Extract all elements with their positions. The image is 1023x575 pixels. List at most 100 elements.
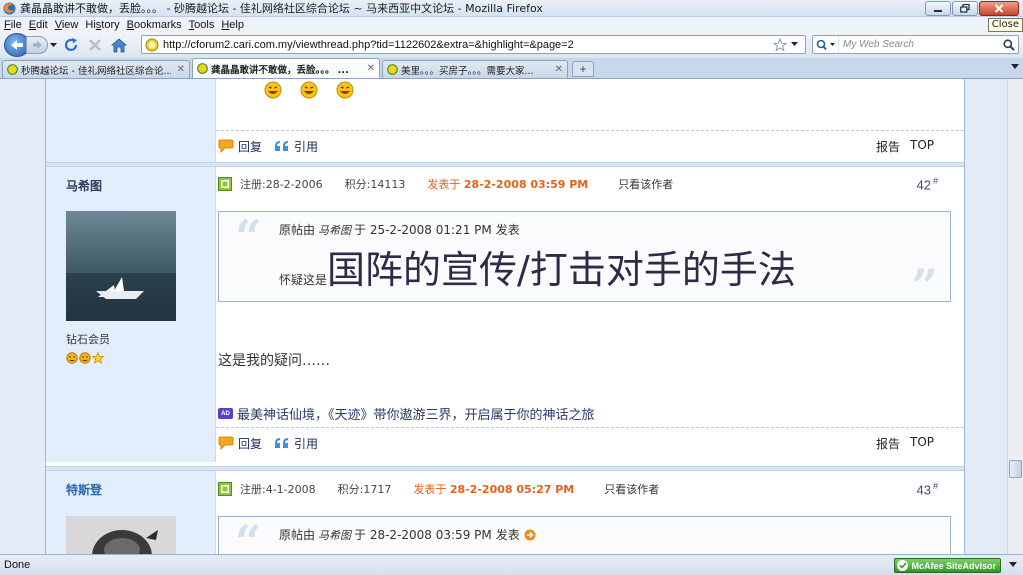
tab-list-button[interactable] bbox=[1011, 62, 1019, 72]
forward-arrow-icon bbox=[32, 41, 42, 49]
post42-registered: 注册:28-2-2006 bbox=[240, 178, 323, 191]
firefox-icon bbox=[3, 2, 16, 14]
status-text: Done bbox=[4, 559, 31, 571]
close-icon bbox=[994, 4, 1004, 13]
post42-author-cell: 马希图 钻石会员 bbox=[46, 167, 216, 462]
menu-bookmarks[interactable]: Bookmarks bbox=[127, 19, 182, 31]
window-title: 龚晶晶敢讲不敢做，丢脸。。。 - 砂腾越论坛 - 佳礼网络社区综合论坛 ~ 马来… bbox=[20, 2, 543, 15]
tab-favicon-icon bbox=[7, 64, 18, 75]
tab-current-thread[interactable]: 龚晶晶敢讲不敢做，丢脸。。。 ... ✕ bbox=[192, 58, 380, 78]
search-go-button[interactable] bbox=[1000, 36, 1018, 53]
tab-favicon-icon bbox=[387, 64, 398, 75]
chevron-down-icon bbox=[1009, 562, 1017, 567]
quote-link[interactable]: 引用 bbox=[294, 138, 318, 155]
go-to-post-icon[interactable] bbox=[524, 529, 536, 541]
quote-author[interactable]: 马希图 bbox=[318, 222, 351, 238]
floor-number: 43 bbox=[916, 482, 931, 498]
post43-header: 注册:4-1-2008 积分:1717 发表于 28-2-2008 05:27 … bbox=[216, 478, 964, 500]
menu-edit[interactable]: Edit bbox=[29, 19, 48, 31]
quote-author[interactable]: 马希图 bbox=[318, 527, 351, 543]
minimize-button[interactable] bbox=[925, 1, 951, 16]
post43-only-author-link[interactable]: 只看该作者 bbox=[604, 481, 659, 497]
post42-author-name[interactable]: 马希图 bbox=[66, 177, 102, 194]
post43-avatar[interactable] bbox=[66, 516, 176, 554]
menu-help[interactable]: Help bbox=[221, 19, 244, 31]
tab-close-icon[interactable]: ✕ bbox=[555, 64, 563, 75]
page-favicon-icon bbox=[145, 38, 159, 51]
status-bar: Done McAfee SiteAdvisor bbox=[0, 554, 1023, 575]
search-engine-button[interactable] bbox=[813, 36, 839, 53]
post43-author-name[interactable]: 特斯登 bbox=[66, 481, 102, 498]
prev-post-actions: 回复 引用 报告 TOP bbox=[216, 134, 964, 158]
navigation-toolbar: http://cforum2.cari.com.my/viewthread.ph… bbox=[0, 32, 1023, 58]
post42-points: 积分:14113 bbox=[344, 178, 406, 191]
plus-icon: + bbox=[579, 62, 587, 76]
top-link[interactable]: TOP bbox=[910, 138, 934, 155]
siteadvisor-button[interactable]: McAfee SiteAdvisor bbox=[894, 558, 1001, 573]
stop-button[interactable] bbox=[85, 35, 105, 55]
quote-suffix: 发表 bbox=[495, 223, 520, 237]
restore-button[interactable] bbox=[952, 1, 978, 16]
history-dropdown[interactable] bbox=[49, 36, 57, 54]
post43-points: 积分:1717 bbox=[337, 483, 392, 496]
url-text[interactable]: http://cforum2.cari.com.my/viewthread.ph… bbox=[163, 39, 773, 51]
home-button[interactable] bbox=[109, 35, 129, 55]
user-info-icon[interactable] bbox=[218, 482, 232, 496]
siteadvisor-label: McAfee SiteAdvisor bbox=[911, 560, 996, 571]
vertical-scrollbar[interactable] bbox=[1007, 79, 1023, 554]
posted-time: 28-2-2008 03:59 PM bbox=[463, 178, 589, 191]
menu-view[interactable]: View bbox=[55, 19, 79, 31]
url-bar[interactable]: http://cforum2.cari.com.my/viewthread.ph… bbox=[141, 35, 806, 54]
post42-only-author-link[interactable]: 只看该作者 bbox=[618, 176, 673, 192]
search-input[interactable] bbox=[839, 37, 1000, 52]
menu-history[interactable]: History bbox=[85, 19, 119, 31]
post42-rank: 钻石会员 bbox=[66, 333, 110, 346]
back-arrow-icon bbox=[11, 40, 23, 50]
url-dropdown[interactable] bbox=[791, 38, 801, 52]
laugh-emoji-icon bbox=[264, 81, 282, 99]
chevron-down-icon bbox=[49, 42, 57, 47]
quote-lead: 原帖由 bbox=[279, 223, 316, 237]
siteadvisor-dropdown[interactable] bbox=[1009, 559, 1017, 569]
quote-link[interactable]: 引用 bbox=[294, 435, 318, 452]
tab-miri-house[interactable]: 美里。。。买房子。。。需要大家... ✕ bbox=[382, 60, 568, 78]
forum-thread: 回复 引用 报告 TOP 马希图 钻石会员 注册:28-2-2006 积分:14… bbox=[45, 79, 965, 554]
reply-link[interactable]: 回复 bbox=[238, 138, 262, 155]
title-bar: 龚晶晶敢讲不敢做，丢脸。。。 - 砂腾越论坛 - 佳礼网络社区综合论坛 ~ 马来… bbox=[0, 0, 1023, 32]
tab-forum-list[interactable]: 秒腾越论坛 - 佳礼网络社区综合论... ✕ bbox=[2, 60, 190, 78]
report-link[interactable]: 报告 bbox=[876, 435, 900, 452]
rank-moon-icon bbox=[66, 352, 78, 364]
post43-quote-header: 原帖由 马希图 于 28-2-2008 03:59 PM 发表 bbox=[279, 526, 536, 543]
post42-avatar[interactable] bbox=[66, 211, 176, 321]
report-link[interactable]: 报告 bbox=[876, 138, 900, 155]
post43-posted: 发表于 28-2-2008 05:27 PM bbox=[413, 481, 574, 497]
post43-content: 注册:4-1-2008 积分:1717 发表于 28-2-2008 05:27 … bbox=[216, 471, 964, 554]
bookmark-star-icon[interactable] bbox=[773, 37, 787, 52]
scrollbar-thumb[interactable] bbox=[1009, 460, 1022, 478]
menu-tools[interactable]: Tools bbox=[189, 19, 215, 31]
post42-header: 注册:28-2-2006 积分:14113 发表于 28-2-2008 03:5… bbox=[216, 173, 964, 195]
quote-icon bbox=[275, 438, 289, 448]
reload-button[interactable] bbox=[61, 35, 81, 55]
new-tab-button[interactable]: + bbox=[572, 61, 594, 77]
post42-floor: 42 # bbox=[917, 176, 938, 192]
top-link[interactable]: TOP bbox=[910, 435, 934, 452]
post42-ad[interactable]: AD 最美神话仙境，《天迹》带你遨游三界，开启属于你的神话之旅 bbox=[218, 404, 595, 423]
reply-link[interactable]: 回复 bbox=[238, 435, 262, 452]
post42-body: 这是我的疑问…… bbox=[218, 353, 330, 369]
forward-button[interactable] bbox=[26, 36, 48, 54]
tab-close-icon[interactable]: ✕ bbox=[367, 63, 375, 74]
quote-time: 于 28-2-2008 03:59 PM bbox=[354, 528, 492, 542]
quote-time: 于 25-2-2008 01:21 PM bbox=[354, 223, 492, 237]
posted-prefix: 发表于 bbox=[413, 483, 447, 496]
reply-icon bbox=[218, 436, 234, 450]
ad-text[interactable]: 最美神话仙境，《天迹》带你遨游三界，开启属于你的神话之旅 bbox=[237, 404, 595, 423]
close-button[interactable] bbox=[979, 1, 1019, 16]
window-controls bbox=[925, 1, 1019, 16]
tab-close-icon[interactable]: ✕ bbox=[177, 64, 185, 75]
ad-badge-icon: AD bbox=[218, 408, 233, 419]
user-info-icon[interactable] bbox=[218, 177, 232, 191]
menu-file[interactable]: File bbox=[4, 19, 22, 31]
prev-post-content: 回复 引用 报告 TOP bbox=[216, 79, 964, 162]
divider bbox=[216, 427, 964, 428]
